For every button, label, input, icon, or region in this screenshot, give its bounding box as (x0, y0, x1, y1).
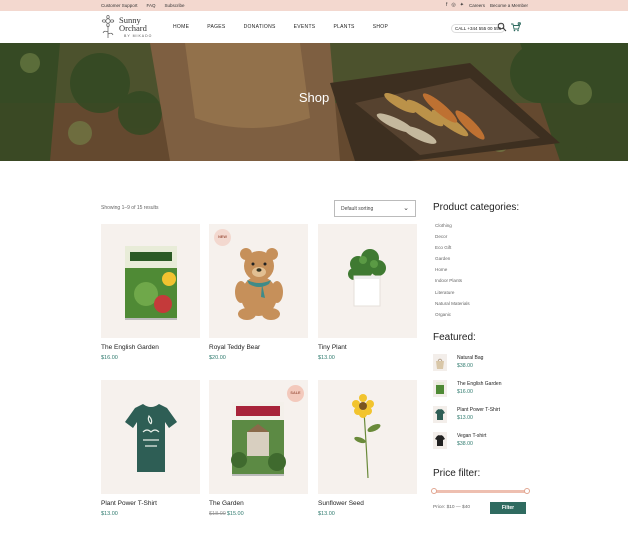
category-eco-gift[interactable]: Eco Gift (435, 242, 470, 253)
featured-price: $13.00 (457, 415, 473, 421)
sort-selected: Default sorting (341, 206, 374, 212)
featured-item[interactable]: The English Garden $16.00 (433, 380, 533, 402)
category-organic[interactable]: Organic (435, 309, 470, 320)
chevron-down-icon: ⌄ (403, 205, 409, 212)
logo-line2: Orchard (119, 23, 147, 33)
subscribe-link[interactable]: Subscribe (165, 3, 185, 8)
tshirt-thumbnail (433, 406, 447, 423)
product-price: $13.00 (101, 511, 118, 517)
product-image[interactable] (318, 224, 417, 338)
faq-link[interactable]: FAQ (147, 3, 156, 8)
tiny-plant-image (348, 249, 386, 307)
product-price: $20.00 (209, 355, 226, 361)
price-slider-min-handle[interactable] (431, 488, 437, 494)
price-filter-title: Price filter: (433, 468, 481, 479)
price-slider-max-handle[interactable] (524, 488, 530, 494)
hero-banner: Shop (0, 43, 628, 161)
result-count: Showing 1–9 of 15 results (101, 205, 159, 211)
nav-shop[interactable]: SHOP (373, 24, 388, 30)
price-range-label: Price: $10 — $40 (433, 505, 471, 510)
search-icon[interactable] (497, 22, 507, 32)
featured-name[interactable]: Vegan T-shirt (457, 433, 486, 439)
sunflower-logo-icon (101, 15, 115, 38)
categories-title: Product categories: (433, 202, 520, 213)
product-price: $18.00$15.00 (209, 511, 244, 517)
category-garden[interactable]: Garden (435, 253, 470, 264)
product-name[interactable]: Royal Teddy Bear (209, 344, 260, 351)
featured-item[interactable]: Natural Bag $38.00 (433, 354, 533, 376)
product-name[interactable]: The English Garden (101, 344, 159, 351)
nav-events[interactable]: EVENTS (294, 24, 316, 30)
category-natural-materials[interactable]: Natural Materials (435, 298, 470, 309)
logo[interactable]: Sunny Orchard BY MIKADO (101, 15, 161, 41)
customer-support-link[interactable]: Customer Support (101, 3, 138, 8)
featured-name[interactable]: The English Garden (457, 381, 501, 387)
product-name[interactable]: The Garden (209, 500, 244, 507)
featured-name[interactable]: Plant Power T-Shirt (457, 407, 500, 413)
product-name[interactable]: Sunflower Seed (318, 500, 364, 507)
category-decor[interactable]: Decor (435, 231, 470, 242)
product-image[interactable] (318, 380, 417, 494)
product-name[interactable]: Tiny Plant (318, 344, 347, 351)
category-indoor-plants[interactable]: Indoor Plants (435, 275, 470, 286)
featured-name[interactable]: Natural Bag (457, 355, 483, 361)
new-badge: NEW (214, 229, 231, 246)
nav-pages[interactable]: PAGES (207, 24, 225, 30)
sale-badge: SALE (287, 385, 304, 402)
main-nav: HOME PAGES DONATIONS EVENTS PLANTS SHOP (173, 24, 406, 30)
featured-item[interactable]: Plant Power T-Shirt $13.00 (433, 406, 533, 428)
page-title: Shop (298, 90, 330, 105)
twitter-icon[interactable]: ✦ (460, 2, 464, 8)
top-links: Customer Support FAQ Subscribe (101, 3, 185, 8)
product-image[interactable] (101, 224, 200, 338)
product-image[interactable] (101, 380, 200, 494)
header: Sunny Orchard BY MIKADO HOME PAGES DONAT… (0, 11, 628, 43)
instagram-icon[interactable]: ◎ (451, 2, 455, 8)
product-price: $13.00 (318, 511, 335, 517)
nav-plants[interactable]: PLANTS (333, 24, 354, 30)
product-price: $13.00 (318, 355, 335, 361)
nav-home[interactable]: HOME (173, 24, 189, 30)
top-bar: Customer Support FAQ Subscribe f ◎ ✦ Car… (0, 0, 628, 11)
price-slider[interactable] (431, 488, 530, 494)
become-member-link[interactable]: Become a Member (490, 3, 528, 8)
magazine-image (125, 246, 177, 320)
social-icons: f ◎ ✦ (446, 2, 464, 8)
facebook-icon[interactable]: f (446, 2, 447, 8)
product-name[interactable]: Plant Power T-Shirt (101, 500, 157, 507)
careers-link[interactable]: Careers (469, 3, 485, 8)
sort-select[interactable]: Default sorting ⌄ (334, 200, 416, 217)
category-list: Clothing Decor Eco Gift Garden Home Indo… (435, 220, 470, 320)
featured-item[interactable]: Vegan T-shirt $38.00 (433, 432, 533, 454)
featured-title: Featured: (433, 332, 476, 343)
logo-text: Sunny Orchard (119, 16, 147, 33)
category-home[interactable]: Home (435, 264, 470, 275)
category-literature[interactable]: Literature (435, 287, 470, 298)
top-right: f ◎ ✦ Careers Become a Member (446, 2, 528, 8)
sunflower-image (352, 394, 381, 479)
bag-thumbnail (433, 354, 447, 371)
product-sale-price: $15.00 (226, 511, 244, 517)
product-price: $16.00 (101, 355, 118, 361)
logo-tagline: BY MIKADO (124, 34, 153, 38)
category-clothing[interactable]: Clothing (435, 220, 470, 231)
nav-donations[interactable]: DONATIONS (244, 24, 276, 30)
product-old-price: $18.00 (209, 511, 226, 517)
magazine-thumbnail (433, 380, 447, 397)
tshirt-image (125, 404, 177, 472)
filter-button[interactable]: Filter (490, 502, 526, 514)
featured-price: $38.00 (457, 441, 473, 447)
featured-price: $16.00 (457, 389, 473, 395)
cart-icon[interactable]: 0 (510, 22, 521, 32)
featured-price: $38.00 (457, 363, 473, 369)
black-tshirt-thumbnail (433, 432, 447, 449)
